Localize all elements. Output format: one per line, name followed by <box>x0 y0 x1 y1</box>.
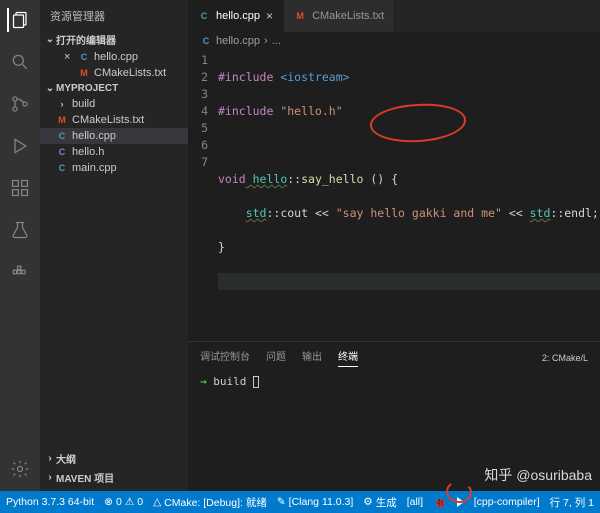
run-debug-icon[interactable] <box>8 134 32 158</box>
file-item[interactable]: M CMakeLists.txt <box>40 112 188 128</box>
cpp-file-icon: C <box>56 130 68 142</box>
open-editors-list: × C hello.cpp M CMakeLists.txt <box>40 49 188 81</box>
file-item[interactable]: C hello.h <box>40 144 188 160</box>
status-compiler[interactable]: [cpp-compiler] <box>474 496 540 508</box>
file-item[interactable]: C hello.cpp <box>40 128 188 144</box>
test-icon[interactable] <box>8 218 32 242</box>
settings-gear-icon[interactable] <box>8 457 32 481</box>
status-errors[interactable]: ⊗ 0 ⚠ 0 <box>104 496 143 508</box>
status-cursor-pos[interactable]: 行 7, 列 1 <box>550 495 594 510</box>
project-header[interactable]: ⌄ MYPROJECT <box>40 81 188 96</box>
breadcrumb[interactable]: C hello.cpp › ... <box>188 32 600 50</box>
tab-hello-cpp[interactable]: C hello.cpp × <box>188 0 284 32</box>
cmake-file-icon: M <box>78 67 90 79</box>
cpp-file-icon: C <box>78 51 90 63</box>
status-all[interactable]: [all] <box>407 496 423 508</box>
status-debug-icon[interactable]: 🐞 <box>434 496 447 509</box>
cpp-file-icon: C <box>200 35 212 47</box>
status-run-icon[interactable] <box>457 497 464 507</box>
terminal-cursor <box>253 376 259 388</box>
sidebar: 资源管理器 ⌄ 打开的编辑器 × C hello.cpp M CMakeList… <box>40 0 188 491</box>
chevron-right-icon: › <box>56 98 68 110</box>
panel-tab-terminal[interactable]: 终端 <box>338 348 358 367</box>
status-python[interactable]: Python 3.7.3 64-bit <box>6 496 94 508</box>
search-icon[interactable] <box>8 50 32 74</box>
activity-bar <box>0 0 40 491</box>
status-clang[interactable]: ✎ [Clang 11.0.3] <box>277 496 353 508</box>
chevron-down-icon: ⌄ <box>44 83 56 94</box>
project-tree: › build M CMakeLists.txt C hello.cpp C h… <box>40 96 188 176</box>
terminal-selector[interactable]: 2: CMake/L <box>542 348 588 367</box>
status-build[interactable]: ⚙ 生成 <box>363 495 396 510</box>
cpp-file-icon: C <box>198 10 210 22</box>
editor-tabs: C hello.cpp × M CMakeLists.txt <box>188 0 600 32</box>
panel-tab-debug[interactable]: 调试控制台 <box>200 348 250 367</box>
close-icon[interactable]: × <box>64 51 74 63</box>
tab-cmakelists[interactable]: M CMakeLists.txt <box>284 0 395 32</box>
docker-icon[interactable] <box>8 260 32 284</box>
panel-tab-output[interactable]: 输出 <box>302 348 322 367</box>
bottom-panel: 调试控制台 问题 输出 终端 2: CMake/L → build <box>188 341 600 491</box>
extensions-icon[interactable] <box>8 176 32 200</box>
terminal[interactable]: → build <box>188 367 600 491</box>
code-content[interactable]: #include <iostream> #include "hello.h" v… <box>218 52 600 341</box>
cmake-file-icon: M <box>56 114 68 126</box>
line-numbers: 1234567 <box>188 52 218 341</box>
open-editor-item[interactable]: M CMakeLists.txt <box>40 65 188 81</box>
source-control-icon[interactable] <box>8 92 32 116</box>
folder-item[interactable]: › build <box>40 96 188 112</box>
sidebar-title: 资源管理器 <box>40 0 188 30</box>
open-editors-header[interactable]: ⌄ 打开的编辑器 <box>40 30 188 49</box>
panel-tabs: 调试控制台 问题 输出 终端 2: CMake/L <box>188 342 600 367</box>
status-bar: Python 3.7.3 64-bit ⊗ 0 ⚠ 0 △ CMake: [De… <box>0 491 600 513</box>
code-editor[interactable]: 1234567 #include <iostream> #include "he… <box>188 50 600 341</box>
cpp-file-icon: C <box>56 162 68 174</box>
chevron-right-icon: › <box>44 472 56 483</box>
header-file-icon: C <box>56 146 68 158</box>
close-icon[interactable]: × <box>266 9 273 23</box>
panel-tab-problems[interactable]: 问题 <box>266 348 286 367</box>
editor-area: C hello.cpp × M CMakeLists.txt C hello.c… <box>188 0 600 491</box>
chevron-down-icon: ⌄ <box>44 34 56 45</box>
file-item[interactable]: C main.cpp <box>40 160 188 176</box>
terminal-prompt: → <box>200 375 207 388</box>
cmake-file-icon: M <box>294 10 306 22</box>
status-cmake[interactable]: △ CMake: [Debug]: 就绪 <box>153 495 267 510</box>
maven-header[interactable]: › MAVEN 项目 <box>40 468 188 487</box>
outline-header[interactable]: › 大纲 <box>40 449 188 468</box>
explorer-icon[interactable] <box>7 8 31 32</box>
chevron-right-icon: › <box>44 453 56 464</box>
open-editor-item[interactable]: × C hello.cpp <box>40 49 188 65</box>
